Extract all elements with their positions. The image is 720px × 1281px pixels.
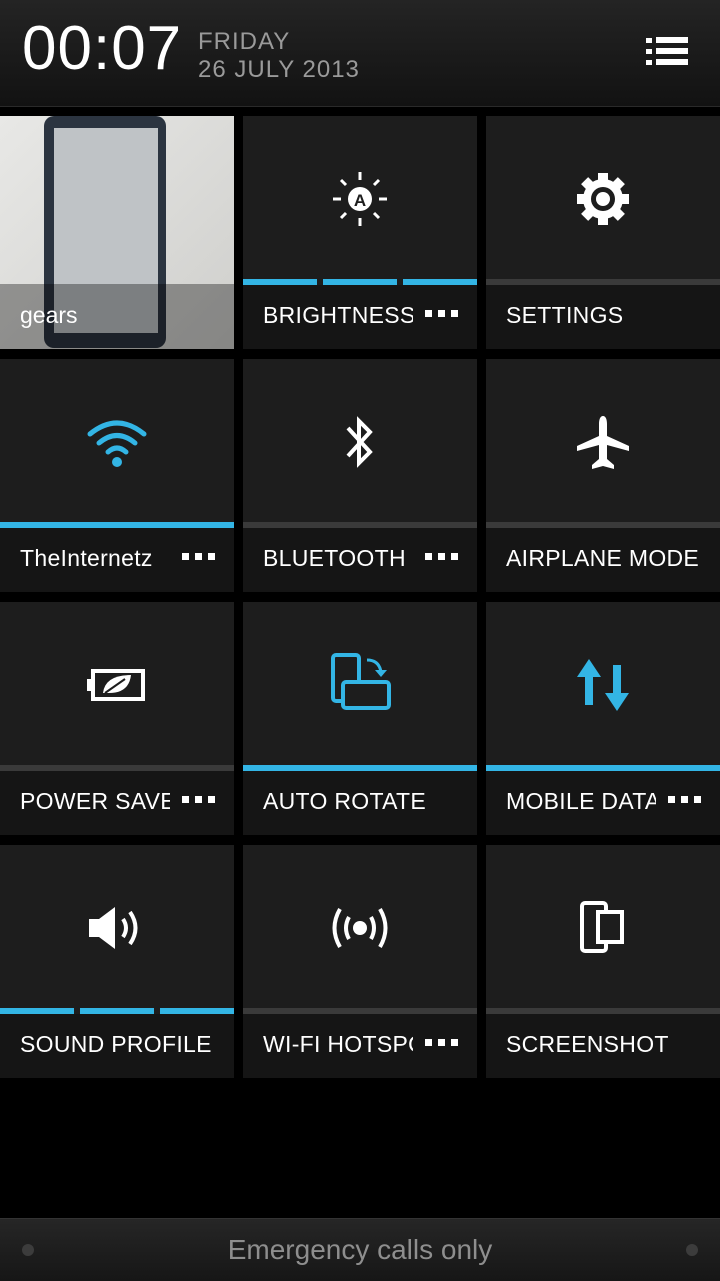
tile-wifi-hotspot-label: WI-FI HOTSPOT [263, 1031, 413, 1057]
carrier-status-bar: Emergency calls only [0, 1218, 720, 1281]
tile-wifi[interactable]: TheInternetz [0, 359, 234, 592]
bluetooth-icon [243, 359, 477, 525]
tile-auto-rotate-label: AUTO ROTATE [263, 788, 427, 814]
wifi-more-button[interactable] [182, 553, 216, 563]
power-saver-more-button[interactable] [182, 796, 216, 806]
carrier-status-text: Emergency calls only [227, 1234, 493, 1265]
tile-wifi-label: TheInternetz [20, 545, 153, 571]
svg-text:A: A [354, 191, 366, 210]
tile-wifi-hotspot[interactable]: WI-FI HOTSPOT [243, 845, 477, 1078]
airplane-icon [486, 359, 720, 525]
brightness-more-button[interactable] [425, 310, 459, 320]
clock: 00:07 [22, 14, 183, 83]
tile-settings-label: SETTINGS [506, 302, 624, 328]
tile-mobile-data[interactable]: MOBILE DATA [486, 602, 720, 835]
menu-button[interactable] [636, 28, 696, 76]
tile-settings[interactable]: SETTINGS [486, 116, 720, 349]
date: 26 JULY 2013 [198, 56, 360, 83]
tile-mobile-data-label: MOBILE DATA [506, 788, 656, 814]
screenshot-icon [486, 845, 720, 1011]
tile-bluetooth[interactable]: BLUETOOTH [243, 359, 477, 592]
bluetooth-more-button[interactable] [425, 553, 459, 563]
mobile-data-more-button[interactable] [668, 796, 702, 806]
tile-sound-profile[interactable]: SOUND PROFILE [0, 845, 234, 1078]
tile-airplane-label: AIRPLANE MODE [506, 545, 700, 571]
day-of-week: FRIDAY [198, 28, 291, 55]
tile-bluetooth-label: BLUETOOTH [263, 545, 406, 571]
tile-screenshot-label: SCREENSHOT [506, 1031, 669, 1057]
wifi-hotspot-more-button[interactable] [425, 1039, 459, 1049]
battery-leaf-icon [0, 602, 234, 768]
tile-power-saver[interactable]: POWER SAVER [0, 602, 234, 835]
brightness-auto-icon: A [243, 116, 477, 282]
tile-gears-label: gears [20, 302, 78, 328]
tile-brightness-label: BRIGHTNESS [263, 302, 413, 328]
tile-screenshot[interactable]: SCREENSHOT [486, 845, 720, 1078]
wifi-icon [0, 359, 234, 525]
mobile-data-icon [486, 602, 720, 768]
notification-header: 00:07 FRIDAY 26 JULY 2013 [0, 0, 720, 107]
gear-icon [486, 116, 720, 282]
tile-airplane-mode[interactable]: AIRPLANE MODE [486, 359, 720, 592]
tile-power-saver-label: POWER SAVER [20, 788, 170, 814]
tile-sound-profile-label: SOUND PROFILE [20, 1031, 212, 1057]
menu-icon [646, 37, 688, 65]
speaker-icon [0, 845, 234, 1011]
tile-gears[interactable]: gears [0, 116, 234, 349]
tile-auto-rotate[interactable]: AUTO ROTATE [243, 602, 477, 835]
hotspot-icon [243, 845, 477, 1011]
tile-brightness[interactable]: A BRIGHTNESS [243, 116, 477, 349]
auto-rotate-icon [243, 602, 477, 768]
right-indicator-dot [686, 1244, 698, 1256]
